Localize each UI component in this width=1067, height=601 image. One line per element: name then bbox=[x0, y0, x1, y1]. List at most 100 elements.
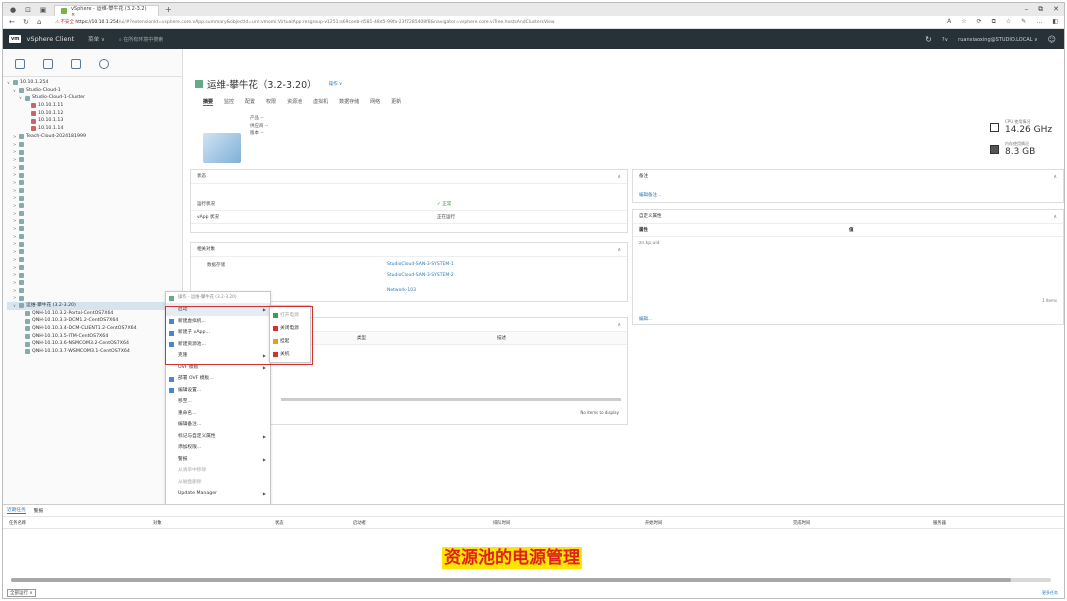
tree-caret-icon[interactable]: > bbox=[13, 187, 18, 195]
status-card-header[interactable]: 状态 ∧ bbox=[191, 170, 627, 184]
tree-item[interactable]: 10.10.1.11 bbox=[7, 102, 182, 110]
more-icon[interactable]: … bbox=[1036, 18, 1042, 26]
profile-icon[interactable]: ● bbox=[9, 6, 17, 14]
task-column-header[interactable]: 排队时间 bbox=[493, 520, 510, 526]
context-menu-item[interactable]: 重命名... bbox=[166, 408, 270, 420]
storage-view-icon[interactable] bbox=[71, 59, 81, 69]
tree-item[interactable]: 10.10.1.12 bbox=[7, 110, 182, 118]
datastore-link-1[interactable]: StudioCloud-SAN-3-SYSTEM-1 bbox=[387, 262, 454, 267]
description-column-header[interactable]: 描述 bbox=[491, 335, 506, 341]
context-menu-item[interactable]: 从磁盘删除 bbox=[166, 477, 270, 489]
tree-item[interactable]: > bbox=[7, 240, 182, 248]
tree-item[interactable]: QNH-10.10.3.5-ITM-CentOS7X64 bbox=[7, 333, 182, 341]
task-column-header[interactable]: 完成时间 bbox=[793, 520, 810, 526]
object-tab[interactable]: 网络 bbox=[370, 98, 380, 106]
tree-caret-icon[interactable]: > bbox=[13, 225, 18, 233]
notes-card-header[interactable]: 备注 ∧ bbox=[633, 170, 1063, 184]
favorite-icon[interactable]: ☆ bbox=[961, 18, 966, 26]
datastore-link-2[interactable]: StudioCloud-SAN-3-SYSTEM-2 bbox=[387, 273, 454, 278]
tree-item[interactable]: > bbox=[7, 217, 182, 225]
workspaces-icon[interactable]: ⊡ bbox=[24, 6, 32, 14]
back-icon[interactable]: ← bbox=[9, 18, 18, 26]
tree-caret-icon[interactable]: > bbox=[13, 133, 18, 141]
object-tab[interactable]: 虚拟机 bbox=[313, 98, 328, 106]
task-column-header[interactable]: 启动者 bbox=[353, 520, 366, 526]
tree-item[interactable]: ∨ 10.10.1.254 bbox=[7, 79, 182, 87]
context-menu-item[interactable]: 编辑备注... bbox=[166, 419, 270, 431]
collapse-icon[interactable]: ∧ bbox=[1053, 170, 1057, 184]
edit-custom-link[interactable]: 编辑... bbox=[639, 316, 652, 322]
collapse-icon[interactable]: ∧ bbox=[617, 318, 621, 332]
tree-item[interactable]: > bbox=[7, 264, 182, 272]
tree-caret-icon[interactable]: > bbox=[13, 217, 18, 225]
context-menu-item[interactable]: 标记与自定义属性 ▶ bbox=[166, 431, 270, 443]
tree-caret-icon[interactable]: > bbox=[13, 171, 18, 179]
tree-item[interactable]: > bbox=[7, 187, 182, 195]
tree-caret-icon[interactable]: > bbox=[13, 279, 18, 287]
tree-item[interactable]: > bbox=[7, 210, 182, 218]
help-menu[interactable]: ?∨ bbox=[942, 37, 948, 43]
tree-item[interactable]: > bbox=[7, 171, 182, 179]
read-aloud-icon[interactable]: A bbox=[947, 18, 951, 26]
attribute-column-header[interactable]: 属性 bbox=[633, 227, 843, 233]
tree-item[interactable]: > bbox=[7, 256, 182, 264]
tree-item[interactable]: ∨ 运维-攀牛花 (3.2-3.20) bbox=[7, 301, 182, 310]
collapse-icon[interactable]: ∧ bbox=[1053, 210, 1057, 224]
tree-caret-icon[interactable]: > bbox=[13, 141, 18, 149]
tree-item[interactable]: ∨ Studio-Cloud-1 bbox=[7, 87, 182, 95]
edit-notes-link[interactable]: 编辑备注... bbox=[639, 192, 661, 198]
task-column-header[interactable]: 对象 bbox=[153, 520, 162, 526]
refresh-icon[interactable]: ⟳ bbox=[977, 18, 982, 26]
related-card-header[interactable]: 相关对象 ∧ bbox=[191, 243, 627, 257]
sidebar-toggle-icon[interactable]: ◧ bbox=[1052, 18, 1058, 26]
network-view-icon[interactable] bbox=[99, 59, 109, 69]
security-warning[interactable]: ⚠ 不安全 bbox=[55, 20, 74, 25]
task-filter-select[interactable]: 全部运行 ∨ bbox=[7, 589, 36, 597]
value-column-header[interactable]: 值 bbox=[843, 227, 854, 233]
object-tab[interactable]: 配置 bbox=[245, 98, 255, 106]
tree-item[interactable]: QNH-10.10.3.2-Portal-CentOS7X64 bbox=[7, 310, 182, 318]
collapse-icon[interactable]: ∧ bbox=[617, 170, 621, 184]
tree-item[interactable]: > bbox=[7, 194, 182, 202]
context-menu-item[interactable]: 编辑设置... bbox=[166, 385, 270, 397]
context-menu-item[interactable]: 部署 OVF 模板... bbox=[166, 373, 270, 385]
browser-tab-vsphere[interactable]: vSphere - 运维-攀牛花 (3.2-3.2) × bbox=[54, 5, 159, 18]
tree-item[interactable]: > bbox=[7, 148, 182, 156]
global-search[interactable]: ⌕ 在所有环境中搜索 bbox=[119, 36, 163, 43]
horizontal-scrollbar[interactable] bbox=[11, 578, 1051, 582]
tree-caret-icon[interactable]: > bbox=[13, 156, 18, 164]
home-icon[interactable]: ⌂ bbox=[37, 18, 46, 26]
task-column-header[interactable]: 服务器 bbox=[933, 520, 946, 526]
tree-caret-icon[interactable]: > bbox=[13, 194, 18, 202]
tree-item[interactable]: > bbox=[7, 156, 182, 164]
tree-caret-icon[interactable]: > bbox=[13, 179, 18, 187]
tree-item[interactable]: > bbox=[7, 248, 182, 256]
tree-caret-icon[interactable]: > bbox=[13, 202, 18, 210]
user-menu[interactable]: ruanxiaoxing@STUDIO.LOCAL ∨ bbox=[958, 37, 1038, 43]
tree-item[interactable]: 10.10.1.13 bbox=[7, 117, 182, 125]
actions-menu[interactable]: 操作 ∨ bbox=[329, 81, 343, 87]
refresh-header-icon[interactable]: ↻ bbox=[925, 35, 932, 44]
context-menu-item[interactable]: 警报 ▶ bbox=[166, 454, 270, 466]
tree-caret-icon[interactable]: > bbox=[13, 240, 18, 248]
tree-item[interactable]: QNH-10.10.3.7-WSMCOM3.1-CentOS7X64 bbox=[7, 348, 182, 356]
object-tab[interactable]: 数据存储 bbox=[339, 98, 359, 106]
tree-item[interactable]: > bbox=[7, 233, 182, 241]
tree-caret-icon[interactable]: > bbox=[13, 248, 18, 256]
tree-item[interactable]: > bbox=[7, 225, 182, 233]
tree-item[interactable]: > bbox=[7, 279, 182, 287]
tree-item[interactable]: > bbox=[7, 271, 182, 279]
menu-dropdown[interactable]: 菜单 ∨ bbox=[88, 35, 105, 43]
tree-item[interactable]: > bbox=[7, 202, 182, 210]
task-column-header[interactable]: 开始时间 bbox=[645, 520, 662, 526]
tree-item[interactable]: QNH-10.10.3.3-DCM1.2-CentOS7X64 bbox=[7, 317, 182, 325]
split-screen-icon[interactable]: ⧉ bbox=[992, 18, 996, 26]
tree-caret-icon[interactable]: > bbox=[13, 256, 18, 264]
close-window-button[interactable]: ✕ bbox=[1053, 5, 1059, 14]
tree-caret-icon[interactable]: > bbox=[13, 287, 18, 295]
tree-item[interactable]: > bbox=[7, 164, 182, 172]
vms-templates-view-icon[interactable] bbox=[43, 59, 53, 69]
tree-item[interactable]: > bbox=[7, 179, 182, 187]
tree-caret-icon[interactable]: ∨ bbox=[7, 79, 12, 87]
tree-item[interactable]: ∨ Studio-Cloud-1-Cluster bbox=[7, 94, 182, 102]
